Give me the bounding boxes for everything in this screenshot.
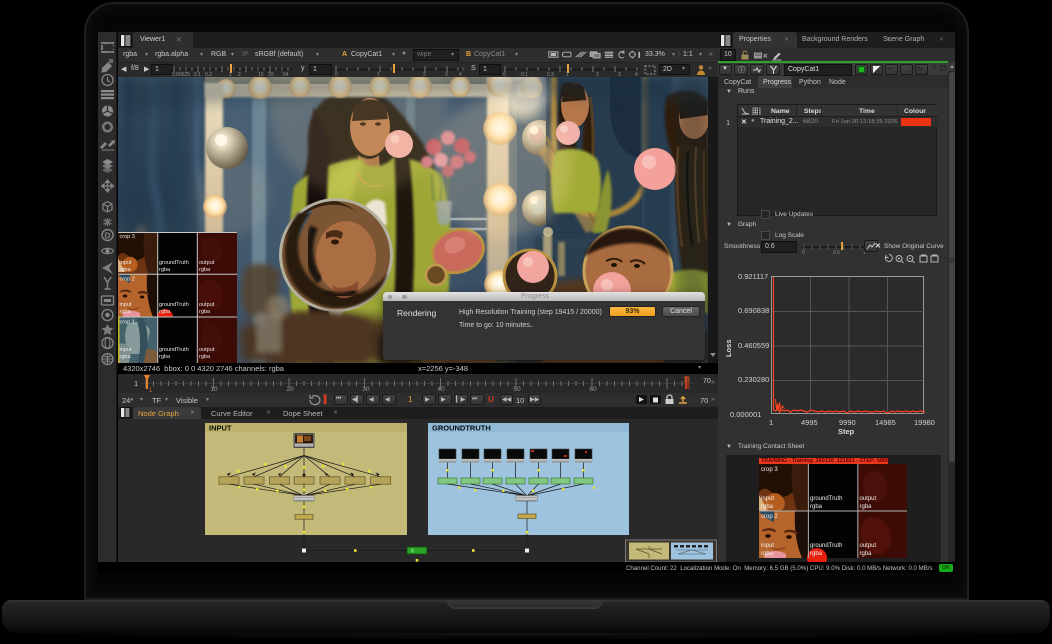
svg-text:crop 2: crop 2 (120, 277, 135, 283)
svg-text:crop 1: crop 1 (120, 320, 135, 326)
svg-text:groundTruth: groundTruth (159, 302, 189, 308)
svg-text:50: 50 (513, 386, 521, 393)
svg-text:groundTruth: groundTruth (810, 496, 842, 502)
svg-text:0: 0 (802, 250, 805, 255)
svg-text:crop 3: crop 3 (120, 234, 135, 240)
svg-text:rgba: rgba (199, 309, 211, 315)
svg-text:20: 20 (286, 386, 294, 393)
svg-text:40: 40 (437, 386, 445, 393)
svg-text:input: input (120, 260, 132, 266)
svg-text:groundTruth: groundTruth (159, 347, 189, 353)
svg-text:GROUNDTRUTH: GROUNDTRUTH (432, 424, 491, 433)
svg-text:crop 3: crop 3 (761, 467, 778, 473)
svg-text:output: output (859, 543, 876, 549)
svg-text:output: output (199, 260, 215, 266)
svg-text:input: input (761, 543, 774, 549)
svg-text:crop 2: crop 2 (761, 514, 778, 520)
svg-text:rgba: rgba (120, 267, 132, 273)
svg-text:rgba: rgba (159, 309, 171, 315)
svg-text:output: output (199, 302, 215, 308)
svg-text:10: 10 (210, 386, 218, 393)
svg-text:rgba: rgba (120, 354, 132, 360)
svg-text:70: 70 (683, 378, 690, 384)
svg-text:0.5: 0.5 (833, 250, 840, 255)
svg-text:input: input (120, 302, 132, 308)
svg-text:D: D (105, 232, 111, 241)
svg-text:60: 60 (589, 386, 597, 393)
svg-text:rgba: rgba (120, 309, 132, 315)
svg-text:output: output (859, 496, 876, 502)
svg-text:rgba: rgba (810, 551, 823, 557)
svg-text:INPUT: INPUT (209, 424, 232, 433)
svg-text:rgba: rgba (159, 267, 171, 273)
svg-text:input: input (120, 347, 132, 353)
svg-text:rgba: rgba (859, 504, 872, 510)
svg-text:rgba: rgba (859, 551, 872, 557)
svg-text:rgba: rgba (761, 504, 774, 510)
svg-text:30: 30 (362, 386, 370, 393)
svg-text:input: input (761, 496, 774, 502)
svg-text:output: output (199, 347, 215, 353)
svg-text:rgba: rgba (761, 551, 774, 557)
svg-text:rgba: rgba (810, 504, 823, 510)
svg-text:rgba: rgba (199, 267, 211, 273)
svg-text:rgba: rgba (199, 354, 211, 360)
svg-text:groundTruth: groundTruth (159, 260, 189, 266)
svg-text:groundTruth: groundTruth (810, 543, 842, 549)
svg-text:rgba: rgba (159, 354, 171, 360)
